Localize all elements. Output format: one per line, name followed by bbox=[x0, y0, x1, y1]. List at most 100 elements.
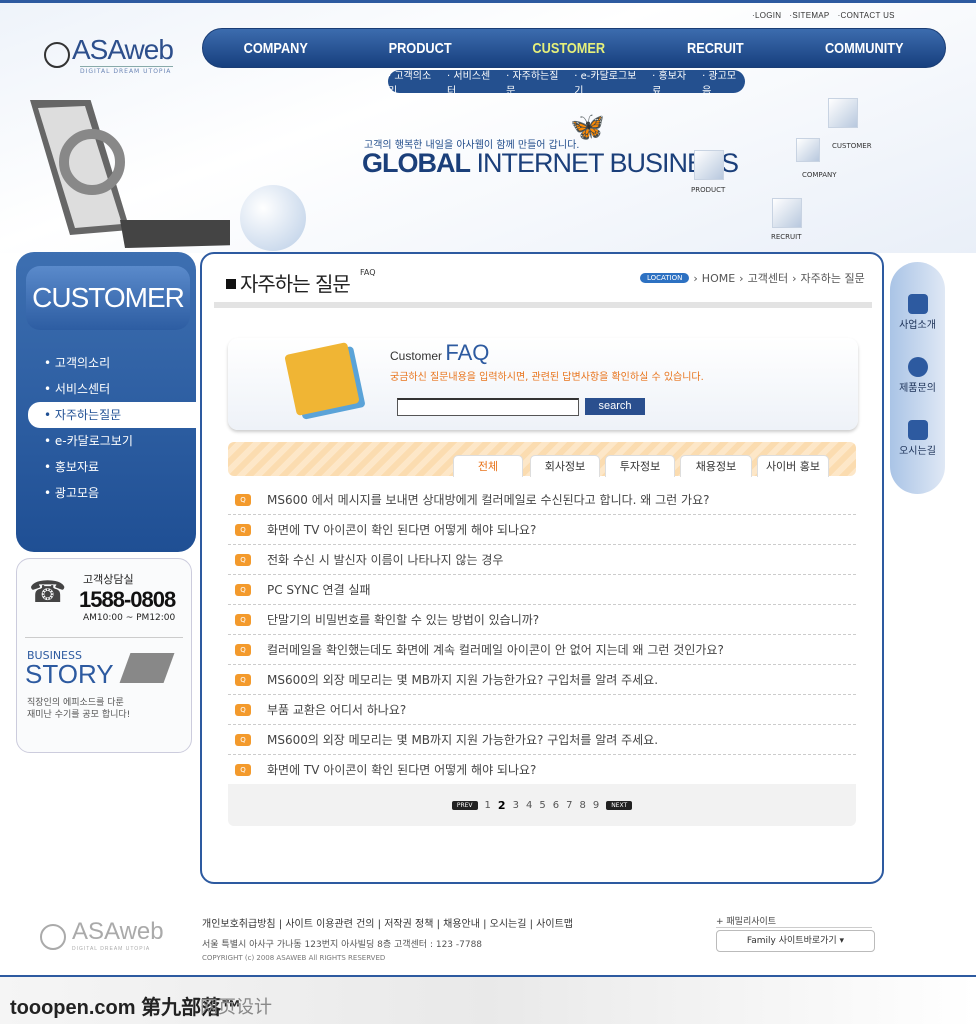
sitemap-link[interactable]: ·SITEMAP bbox=[789, 11, 829, 20]
tab-all[interactable]: 전체 bbox=[453, 455, 523, 477]
breadcrumb-home[interactable]: HOME bbox=[702, 272, 735, 285]
q-icon: Q bbox=[235, 583, 251, 596]
subnav-item[interactable]: · 광고모음 bbox=[702, 67, 745, 97]
sidebar-item-pr[interactable]: • 홍보자료 bbox=[16, 454, 196, 480]
login-link[interactable]: ·LOGIN bbox=[752, 11, 781, 20]
family-site-select[interactable]: Family 사이트바로가기 ▾ bbox=[716, 930, 875, 952]
watermark-bar: tooopen.com 第九部落™ 网页设计 bbox=[0, 977, 976, 1024]
cube-icon bbox=[828, 98, 858, 128]
contact-link[interactable]: ·CONTACT US bbox=[838, 11, 895, 20]
cube-icon bbox=[772, 198, 802, 228]
faq-search-guide: 궁금하신 질문내용을 입력하시면, 관련된 답변사항을 확인하실 수 있습니다. bbox=[390, 372, 704, 383]
q-icon: Q bbox=[235, 673, 251, 686]
subnav-item[interactable]: · 서비스센터 bbox=[447, 67, 499, 97]
search-button[interactable]: search bbox=[585, 398, 645, 415]
subnav-item[interactable]: · 홍보자료 bbox=[652, 67, 695, 97]
nav-customer[interactable]: CUSTOMER bbox=[533, 40, 606, 57]
sub-nav: · 고객의소리 · 서비스센터 · 자주하는질문 · e-카달로그보기 · 홍보… bbox=[388, 70, 745, 97]
sidebar-item-service[interactable]: • 서비스센터 bbox=[16, 376, 196, 402]
pagination: PREV 1 2 3 4 5 6 7 8 9 NEXT bbox=[228, 784, 856, 826]
support-phone: 1588-0808 bbox=[79, 587, 176, 612]
q-icon: Q bbox=[235, 493, 251, 506]
faq-item[interactable]: Q MS600의 외장 메모리는 몇 MB까지 지원 가능한가요? 구입처를 알려… bbox=[228, 725, 856, 755]
faq-item[interactable]: Q 화면에 TV 아이콘이 확인 된다면 어떻게 해야 되나요? bbox=[228, 515, 856, 545]
phone-icon bbox=[907, 357, 928, 377]
house-icon bbox=[907, 420, 928, 440]
utility-links: ·LOGIN ·SITEMAP ·CONTACT US bbox=[752, 11, 903, 20]
subnav-item[interactable]: · 고객의소리 bbox=[388, 67, 440, 97]
divider bbox=[214, 302, 872, 308]
family-site-label: + 패밀리사이트 bbox=[716, 914, 872, 928]
subnav-item[interactable]: · 자주하는질문 bbox=[506, 67, 567, 97]
q-icon: Q bbox=[235, 733, 251, 746]
faq-item[interactable]: Q 단말기의 비밀번호를 확인할 수 있는 방법이 있습니까? bbox=[228, 605, 856, 635]
breadcrumb-customer[interactable]: 고객센터 bbox=[748, 270, 788, 286]
page-link[interactable]: 8 bbox=[579, 800, 585, 811]
page-link[interactable]: 6 bbox=[553, 800, 559, 811]
page-link[interactable]: 3 bbox=[513, 800, 519, 811]
page-link[interactable]: 7 bbox=[566, 800, 572, 811]
page-subtitle: FAQ bbox=[360, 268, 376, 277]
nav-recruit[interactable]: RECRUIT bbox=[687, 40, 744, 57]
q-icon: Q bbox=[235, 703, 251, 716]
page-link-current[interactable]: 2 bbox=[498, 799, 506, 812]
quick-business[interactable]: 사업소개 bbox=[899, 294, 936, 331]
faq-item[interactable]: Q MS600의 외장 메모리는 몇 MB까지 지원 가능한가요? 구입처를 알려… bbox=[228, 665, 856, 695]
nav-product[interactable]: PRODUCT bbox=[388, 40, 451, 57]
cube-label: COMPANY bbox=[802, 171, 837, 179]
page-link[interactable]: 4 bbox=[526, 800, 532, 811]
faq-item[interactable]: Q PC SYNC 연결 실패 bbox=[228, 575, 856, 605]
sidebar: CUSTOMER • 고객의소리 • 서비스센터 • 자주하는질문 • e-카달… bbox=[16, 252, 196, 552]
prev-button[interactable]: PREV bbox=[451, 800, 478, 810]
telephone-icon: ☎ bbox=[29, 575, 67, 610]
page-link[interactable]: 9 bbox=[593, 800, 599, 811]
book-magnifier-icon bbox=[284, 342, 360, 416]
support-hours: AM10:00 ~ PM12:00 bbox=[83, 613, 176, 623]
logo[interactable]: ASAweb DIGITAL DREAM UTOPIA bbox=[44, 34, 174, 75]
cube-icon bbox=[796, 138, 820, 162]
location-badge: LOCATION bbox=[640, 273, 690, 283]
faq-item[interactable]: Q 컬러메일을 확인했는데도 화면에 계속 컬러메일 아이콘이 안 없어 지는데 … bbox=[228, 635, 856, 665]
q-icon: Q bbox=[235, 523, 251, 536]
nav-company[interactable]: COMPANY bbox=[243, 40, 307, 57]
page-link[interactable]: 5 bbox=[539, 800, 545, 811]
butterfly-icon: 🦋 bbox=[570, 110, 605, 143]
breadcrumb-current: 자주하는 질문 bbox=[800, 272, 865, 285]
faq-item[interactable]: Q MS600 에서 메시지를 보내면 상대방에게 컬러메일로 수신된다고 합니다… bbox=[228, 485, 856, 515]
hero-title: GLOBAL INTERNET BUSINESS bbox=[362, 148, 739, 178]
page-title: 자주하는 질문 bbox=[226, 268, 351, 297]
subnav-item[interactable]: · e-카달로그보기 bbox=[574, 67, 645, 97]
sidebar-item-faq[interactable]: • 자주하는질문 bbox=[28, 402, 196, 428]
faq-item[interactable]: Q 화면에 TV 아이콘이 확인 된다면 어떻게 해야 되나요? bbox=[228, 755, 856, 785]
cube-label: PRODUCT bbox=[691, 186, 726, 194]
glass-sphere bbox=[240, 185, 306, 251]
faq-list: Q MS600 에서 메시지를 보내면 상대방에게 컬러메일로 수신된다고 합니다… bbox=[228, 485, 856, 785]
tab-company-info[interactable]: 회사정보 bbox=[530, 455, 600, 477]
sidebar-item-catalog[interactable]: • e-카달로그보기 bbox=[16, 428, 196, 454]
support-label: 고객상담실 bbox=[83, 573, 134, 586]
sidebar-item-voice[interactable]: • 고객의소리 bbox=[16, 350, 196, 376]
document-icon bbox=[907, 294, 928, 314]
footer-address: 서울 특별시 아사구 가나동 123번지 아사빌딩 8층 고객센터 : 123 … bbox=[202, 940, 483, 962]
faq-search-input[interactable] bbox=[397, 398, 579, 416]
footer-links[interactable]: 개인보호취급방침 | 사이트 이용관련 건의 | 저작권 정책 | 채용안내 |… bbox=[202, 915, 573, 930]
tab-recruit[interactable]: 채용정보 bbox=[680, 455, 752, 477]
faq-item[interactable]: Q 전화 수신 시 발신자 이름이 나타나지 않는 경우 bbox=[228, 545, 856, 575]
tab-cyber-pr[interactable]: 사이버 홍보 bbox=[757, 455, 829, 477]
laptop-icon bbox=[119, 653, 175, 683]
quick-directions[interactable]: 오시는길 bbox=[899, 420, 936, 457]
sidebar-title: CUSTOMER bbox=[26, 266, 190, 330]
next-button[interactable]: NEXT bbox=[606, 800, 633, 810]
nav-community[interactable]: COMMUNITY bbox=[825, 40, 904, 57]
cube-label: CUSTOMER bbox=[832, 142, 872, 150]
faq-item[interactable]: Q 부품 교환은 어디서 하나요? bbox=[228, 695, 856, 725]
tab-investment[interactable]: 투자정보 bbox=[605, 455, 675, 477]
quick-inquiry[interactable]: 제품문의 bbox=[899, 357, 936, 394]
support-box: ☎ 고객상담실 1588-0808 AM10:00 ~ PM12:00 BUSI… bbox=[16, 558, 192, 753]
sidebar-item-ads[interactable]: • 광고모음 bbox=[16, 480, 196, 506]
q-icon: Q bbox=[235, 763, 251, 776]
q-icon: Q bbox=[235, 553, 251, 566]
page-link[interactable]: 1 bbox=[485, 800, 491, 811]
faq-search-heading: Customer FAQ bbox=[390, 340, 490, 365]
cube-label: RECRUIT bbox=[771, 233, 802, 241]
